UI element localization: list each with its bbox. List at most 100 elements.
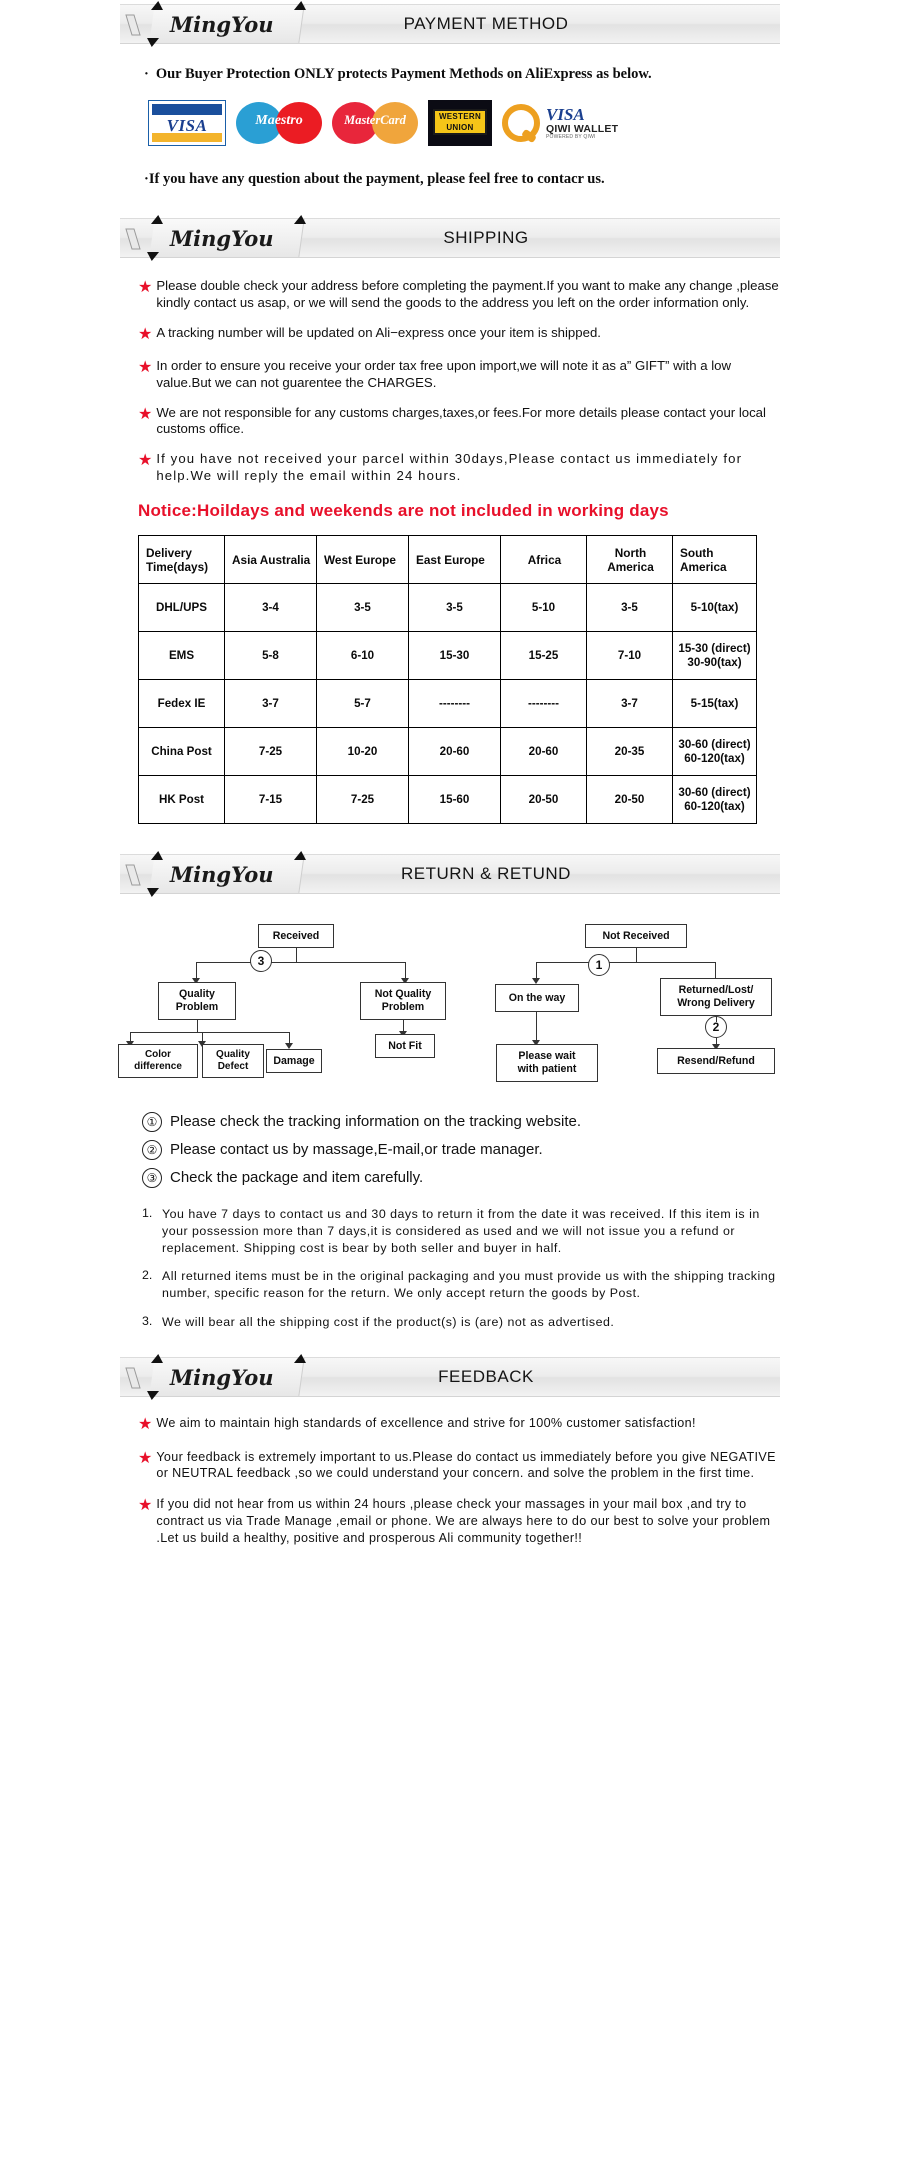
tab-arrow-down-icon	[145, 38, 160, 47]
table-row: HK Post 7-15 7-25 15-60 20-50 20-50 30-6…	[138, 775, 757, 825]
policy-number: 2.	[142, 1268, 153, 1283]
payment-question-line: ·If you have any question about the paym…	[144, 171, 780, 188]
return-notes-list: ① Please check the tracking information …	[142, 1112, 780, 1189]
node-quality-defect: Quality Defect	[202, 1044, 264, 1079]
delivery-time-table: Delivery Time(days) Asia Australia West …	[138, 535, 757, 825]
feedback-text: Your feedback is extremely important to …	[156, 1449, 776, 1481]
star-icon: ★	[138, 1497, 153, 1515]
star-icon: ★	[138, 405, 153, 423]
maestro-logo: Maestro	[236, 101, 322, 145]
tab-arrow-up-icon-4	[150, 1353, 165, 1363]
note-text: Check the package and item carefully.	[170, 1169, 424, 1187]
marker-1: 1	[588, 954, 610, 977]
table-cell: 20-50	[500, 775, 587, 825]
node-resend-refund: Resend/Refund	[657, 1048, 775, 1075]
table-cell: 3-7	[586, 679, 673, 729]
note-text: Please check the tracking information on…	[170, 1113, 582, 1131]
table-cell: 20-50	[586, 775, 673, 825]
table-header-cell: South America	[672, 535, 757, 585]
visa-logo: VISA	[148, 100, 226, 146]
policy-text: All returned items must be in the origin…	[162, 1269, 776, 1301]
feedback-item: ★ If you did not hear from us within 24 …	[138, 1496, 780, 1547]
tab-arrow-up-right-icon-4	[293, 1353, 308, 1363]
table-cell-method: HK Post	[138, 775, 225, 825]
feedback-section-banner: MingYou FEEDBACK	[120, 1353, 780, 1400]
star-icon: ★	[138, 452, 153, 470]
bullet-dot-icon: ·	[144, 66, 149, 82]
table-cell: 3-4	[224, 583, 317, 633]
brand-tab-return: MingYou	[145, 851, 308, 898]
star-icon: ★	[138, 1449, 153, 1467]
return-note: ② Please contact us by massage,E-mail,or…	[142, 1140, 780, 1161]
return-flow-diagram: Received 3 Quality Problem Not Quality P…	[118, 912, 780, 1102]
return-note: ③ Check the package and item carefully.	[142, 1168, 780, 1189]
return-policy-item: 2. All returned items must be in the ori…	[142, 1268, 780, 1301]
tab-arrow-up-icon-2	[150, 215, 165, 224]
payment-section-title: PAYMENT METHOD	[403, 14, 569, 33]
table-cell: 20-60	[408, 727, 501, 777]
tab-arrow-up-right-icon-2	[293, 215, 308, 224]
brand-tab-shipping: MingYou	[145, 215, 308, 261]
table-row: EMS 5-8 6-10 15-30 15-25 7-10 15-30 (dir…	[138, 631, 757, 681]
table-cell: --------	[500, 679, 587, 729]
payment-section-banner: MingYou PAYMENT METHOD	[120, 1, 780, 47]
qiwi-circle-icon	[502, 104, 540, 142]
qiwi-visa-text: VISA	[546, 104, 585, 124]
table-cell: 5-8	[224, 631, 317, 681]
brand-name-feedback: MingYou	[170, 1364, 274, 1390]
table-row: DHL/UPS 3-4 3-5 3-5 5-10 3-5 5-10(tax)	[138, 583, 757, 633]
table-cell: 10-20	[316, 727, 409, 777]
tab-arrow-down-icon-4	[145, 1390, 160, 1400]
table-header-row: Delivery Time(days) Asia Australia West …	[138, 535, 757, 585]
node-damage: Damage	[266, 1049, 322, 1074]
payment-protection-line: · Our Buyer Protection ONLY protects Paym…	[144, 66, 780, 83]
table-header-cell: Delivery Time(days)	[138, 535, 225, 585]
qiwi-wallet-logo: VISA QIWI WALLET POWERED BY QIWI	[502, 101, 620, 145]
table-cell: 3-5	[586, 583, 673, 633]
mastercard-logo: MasterCard	[332, 101, 418, 145]
mastercard-logo-text: MasterCard	[344, 113, 406, 127]
shipping-bullet-text: We are not responsible for any customs c…	[156, 404, 766, 437]
checkmark-icon-feedback	[125, 1367, 141, 1389]
table-cell: 3-5	[316, 583, 409, 633]
tab-arrow-down-icon-2	[145, 252, 160, 261]
shipping-bullet: ★ If you have not received your parcel w…	[138, 451, 780, 485]
node-color-difference: Color difference	[118, 1044, 198, 1079]
feedback-text: We aim to maintain high standards of exc…	[156, 1415, 696, 1430]
feedback-list: ★ We aim to maintain high standards of e…	[138, 1415, 780, 1547]
shipping-bullet-text: In order to ensure you receive your orde…	[156, 357, 731, 390]
table-cell: 15-30	[408, 631, 501, 681]
node-quality-problem: Quality Problem	[158, 982, 236, 1021]
shipping-bullet: ★ We are not responsible for any customs…	[138, 405, 780, 439]
table-cell: 7-25	[224, 727, 317, 777]
brand-name-return: MingYou	[170, 861, 274, 887]
tab-arrow-up-icon	[150, 1, 165, 10]
table-cell: 20-60	[500, 727, 587, 777]
tab-arrow-up-icon-3	[150, 851, 165, 861]
shipping-bullet: ★ A tracking number will be updated on A…	[138, 325, 780, 345]
table-row: Fedex IE 3-7 5-7 -------- -------- 3-7 5…	[138, 679, 757, 729]
table-cell: 30-60 (direct) 60-120(tax)	[672, 727, 757, 777]
shipping-notice: Notice:Hoildays and weekends are not inc…	[138, 501, 669, 521]
brand-tab: MingYou	[145, 1, 308, 47]
return-note: ① Please check the tracking information …	[142, 1112, 780, 1133]
western-union-bottom-text: UNION	[446, 123, 474, 132]
star-icon: ★	[138, 358, 153, 376]
shipping-bullet-text: If you have not received your parcel wit…	[156, 451, 743, 484]
node-not-received: Not Received	[585, 924, 687, 949]
marker-3: 3	[250, 950, 272, 973]
tab-arrow-down-icon-3	[145, 888, 160, 898]
shipping-bullet: ★ Please double check your address befor…	[138, 278, 780, 312]
return-policy-item: 1. You have 7 days to contact us and 30 …	[142, 1206, 780, 1256]
feedback-item: ★ We aim to maintain high standards of e…	[138, 1415, 780, 1435]
table-row: China Post 7-25 10-20 20-60 20-60 20-35 …	[138, 727, 757, 777]
star-icon: ★	[138, 1415, 153, 1433]
shipping-bullet-text: A tracking number will be updated on Ali…	[156, 324, 601, 340]
table-cell: 6-10	[316, 631, 409, 681]
tab-arrow-up-right-icon-3	[293, 851, 308, 861]
table-body: DHL/UPS 3-4 3-5 3-5 5-10 3-5 5-10(tax) E…	[138, 583, 757, 825]
shipping-section-title: SHIPPING	[443, 228, 529, 247]
node-returned-lost-wrong: Returned/Lost/ Wrong Delivery	[660, 978, 772, 1017]
table-header-cell: East Europe	[408, 535, 501, 585]
brand-tab-feedback: MingYou	[145, 1353, 308, 1400]
